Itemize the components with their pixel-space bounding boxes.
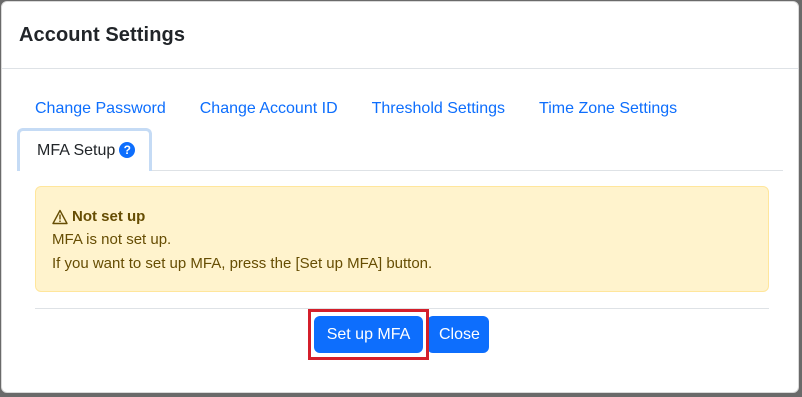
- tab-change-account-id[interactable]: Change Account ID: [183, 90, 355, 128]
- tab-change-password[interactable]: Change Password: [17, 90, 183, 128]
- tab-row: Change Password Change Account ID Thresh…: [17, 90, 783, 128]
- tab-time-zone-settings[interactable]: Time Zone Settings: [522, 90, 694, 128]
- mfa-warning-alert: Not set up MFA is not set up. If you wan…: [35, 186, 769, 292]
- tab-mfa-setup[interactable]: MFA Setup ?: [17, 128, 152, 171]
- help-icon[interactable]: ?: [119, 142, 136, 158]
- tab-threshold-settings[interactable]: Threshold Settings: [355, 90, 522, 128]
- warning-triangle-icon: [52, 209, 68, 225]
- modal-title: Account Settings: [19, 23, 186, 46]
- settings-tabs: Change Password Change Account ID Thresh…: [17, 90, 783, 171]
- alert-title-row: Not set up: [52, 206, 752, 228]
- modal-header: Account Settings: [2, 2, 798, 69]
- alert-title: Not set up: [72, 208, 146, 225]
- alert-line-1: MFA is not set up.: [52, 231, 172, 248]
- tab-mfa-setup-label: MFA Setup: [37, 142, 116, 159]
- highlight-annotation: [308, 309, 429, 360]
- alert-line-2: If you want to set up MFA, press the [Se…: [52, 255, 433, 272]
- close-button[interactable]: Close: [427, 316, 489, 353]
